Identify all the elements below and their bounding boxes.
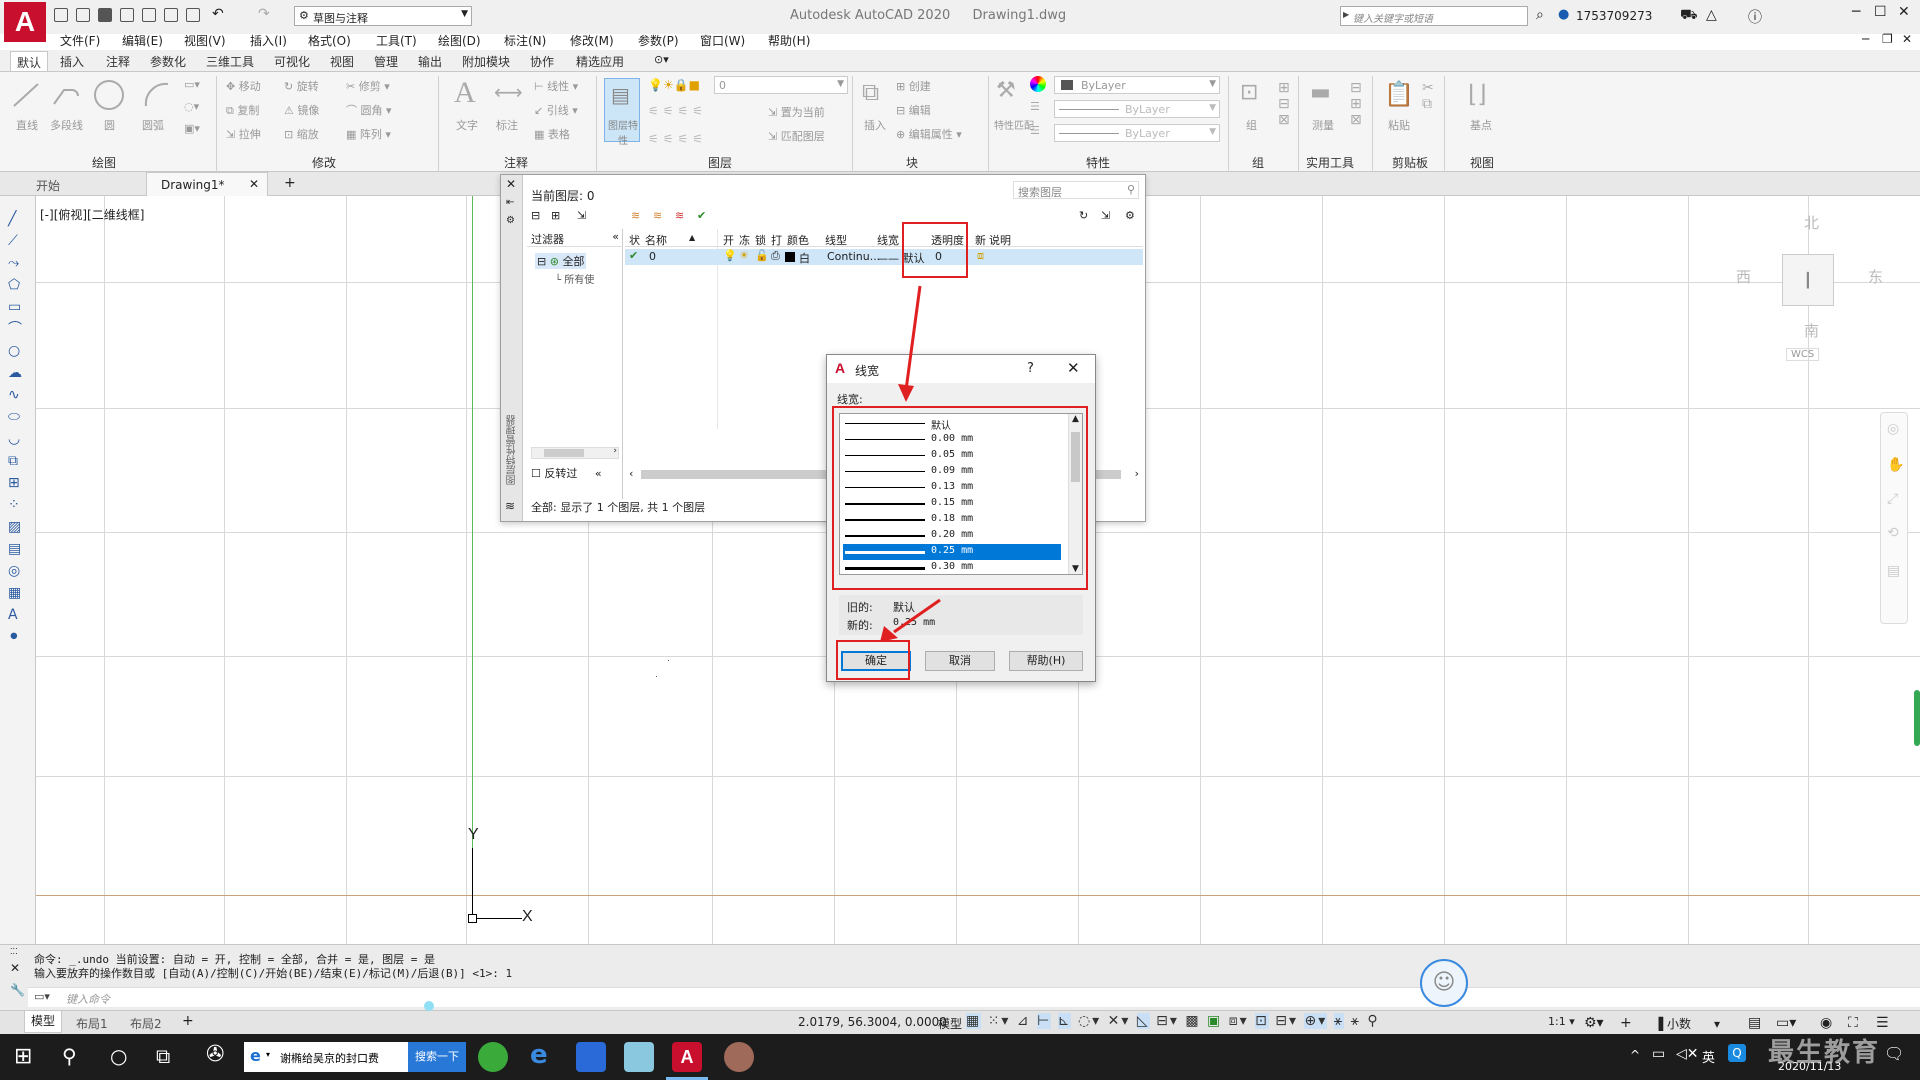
hardware-accel-icon[interactable]: ◉ bbox=[1820, 1015, 1832, 1031]
watermark-logo: 最生教育 bbox=[1768, 1038, 1881, 1068]
status-bar: 模型 布局1 布局2 + 2.0179, 56.3004, 0.0000 模型 … bbox=[0, 959, 1920, 1034]
arrowhead-ok bbox=[880, 626, 898, 642]
clean-screen-icon[interactable]: ⛶ bbox=[1848, 1015, 1858, 1031]
osnap-track-icon[interactable]: ✕▾ bbox=[1108, 1013, 1131, 1029]
3d-osnap-icon[interactable]: ⧈▾ bbox=[1229, 1013, 1249, 1029]
command-placeholder: 键入命令 bbox=[66, 993, 110, 1006]
units-dropdown[interactable]: ▐ 小数 ▾ bbox=[1654, 1015, 1720, 1032]
ie-search-text: 谢椭给吴京的封口费 bbox=[280, 1052, 379, 1065]
qq-icon[interactable]: Q bbox=[1728, 1044, 1746, 1062]
layout-tab-2[interactable]: 布局2 bbox=[130, 1015, 162, 1032]
command-window: ✕ ⁚⁚⁚ 🔧 命令: _.undo 当前设置: 自动 = 开, 控制 = 全部… bbox=[0, 944, 1920, 1012]
infer-icon[interactable]: ⊿ bbox=[1017, 1013, 1031, 1029]
windows-taskbar: ⊞ ⚲ ○ ⧉ ✇ e ▾ 谢椭给吴京的封口费 搜索一下 e A ^ ▭ ◁✕ … bbox=[0, 1034, 1920, 1080]
annotation-arrows bbox=[880, 285, 941, 642]
assistant-avatar[interactable]: ☺ bbox=[1420, 959, 1468, 1007]
command-input[interactable]: ▭▾ 键入命令 bbox=[28, 987, 1920, 1007]
command-line-1: 命令: _.undo 当前设置: 自动 = 开, 控制 = 全部, 合并 = 是… bbox=[34, 953, 436, 966]
units-value: 小数 bbox=[1667, 1017, 1692, 1031]
auto-scale-icon[interactable]: ⚹ bbox=[1351, 1013, 1361, 1029]
command-line-2: 输入要放弃的操作数目或 [自动(A)/控制(C)/开始(BE)/结束(E)/标记… bbox=[34, 967, 513, 980]
pinwheel-app-icon[interactable]: ✇ bbox=[206, 1042, 224, 1067]
command-settings-icon[interactable]: 🔧 bbox=[10, 983, 25, 997]
layout-tab-1[interactable]: 布局1 bbox=[76, 1015, 108, 1032]
command-history: 命令: _.undo 当前设置: 自动 = 开, 控制 = 全部, 合并 = 是… bbox=[34, 953, 512, 981]
model-space-button[interactable]: 模型 bbox=[938, 1015, 962, 1032]
ime-indicator[interactable]: 英 bbox=[1702, 1047, 1715, 1066]
360-browser-icon[interactable] bbox=[478, 1042, 508, 1072]
isodraft-icon[interactable]: ◌▾ bbox=[1078, 1013, 1101, 1029]
ortho-icon[interactable]: ⊢ bbox=[1037, 1013, 1052, 1029]
wps-writer-icon[interactable] bbox=[576, 1042, 606, 1072]
layout-tab-model[interactable]: 模型 bbox=[24, 1011, 62, 1033]
command-grip-icon: ⁚⁚⁚ bbox=[10, 947, 18, 956]
selection-cycle-icon[interactable]: ▣ bbox=[1207, 1013, 1222, 1029]
arrow-to-ok bbox=[893, 598, 941, 634]
notification-icon[interactable]: 🗨 bbox=[1884, 1044, 1904, 1063]
arrow-to-list bbox=[904, 285, 922, 391]
isolate-icon[interactable]: ▭▾ bbox=[1776, 1015, 1796, 1031]
selection-filter-icon[interactable]: ⊟▾ bbox=[1275, 1013, 1298, 1029]
task-view-icon[interactable]: ⧉ bbox=[156, 1044, 170, 1068]
command-close-icon[interactable]: ✕ bbox=[10, 961, 20, 975]
layout-marker bbox=[424, 1001, 434, 1011]
annotation-scale-icon[interactable]: ⚲ bbox=[1367, 1013, 1379, 1029]
quick-properties-icon[interactable]: ▤ bbox=[1748, 1015, 1761, 1031]
grid-icon[interactable]: ▦ bbox=[966, 1013, 982, 1029]
add-layout-icon[interactable]: + bbox=[182, 1013, 194, 1029]
ie-icon: e bbox=[250, 1046, 261, 1065]
autocad-taskbar-icon[interactable]: A bbox=[672, 1042, 702, 1072]
search-icon[interactable]: ⚲ bbox=[62, 1044, 77, 1068]
media-app-icon[interactable] bbox=[724, 1042, 754, 1072]
annotation-visibility-icon[interactable]: ⚹ bbox=[1333, 1013, 1345, 1029]
coordinates[interactable]: 2.0179, 56.3004, 0.0000 bbox=[798, 1015, 947, 1029]
snap-icon[interactable]: ⁙▾ bbox=[988, 1013, 1011, 1029]
polar-icon[interactable]: ⊾ bbox=[1057, 1013, 1072, 1029]
gizmo-icon[interactable]: ⊕▾ bbox=[1304, 1013, 1328, 1029]
transparency-icon[interactable]: ▩ bbox=[1185, 1013, 1200, 1029]
workspace-switch-icon[interactable]: ⚙▾ bbox=[1584, 1015, 1604, 1031]
tray-expand-icon[interactable]: ^ bbox=[1630, 1048, 1640, 1062]
osnap-icon[interactable]: ◺ bbox=[1136, 1013, 1150, 1029]
network-icon[interactable]: ▭ bbox=[1652, 1046, 1665, 1062]
notepad-icon[interactable] bbox=[624, 1042, 654, 1072]
ie-search-taskbar[interactable]: e ▾ 谢椭给吴京的封口费 搜索一下 bbox=[244, 1042, 466, 1072]
chevron-down-icon: ▾ bbox=[266, 1050, 271, 1059]
annomonitor-icon[interactable]: + bbox=[1620, 1015, 1632, 1031]
cortana-icon[interactable]: ○ bbox=[110, 1044, 127, 1068]
annotation-scale-value: 1:1 bbox=[1548, 1015, 1566, 1028]
windows-start-icon[interactable]: ⊞ bbox=[14, 1044, 32, 1069]
dynamic-ucs-icon[interactable]: ⊡ bbox=[1255, 1013, 1269, 1029]
annotation-scale[interactable]: 1:1 ▾ bbox=[1548, 1015, 1575, 1028]
lineweight-toggle-icon[interactable]: ⊟▾ bbox=[1156, 1013, 1179, 1029]
volume-icon[interactable]: ◁✕ bbox=[1676, 1046, 1699, 1062]
edge-icon[interactable]: e bbox=[530, 1040, 548, 1070]
command-prompt-icon: ▭▾ bbox=[34, 990, 50, 1003]
arrowhead-list bbox=[898, 384, 914, 402]
customize-icon[interactable]: ☰ bbox=[1876, 1015, 1889, 1031]
search-go-button[interactable]: 搜索一下 bbox=[408, 1042, 466, 1072]
